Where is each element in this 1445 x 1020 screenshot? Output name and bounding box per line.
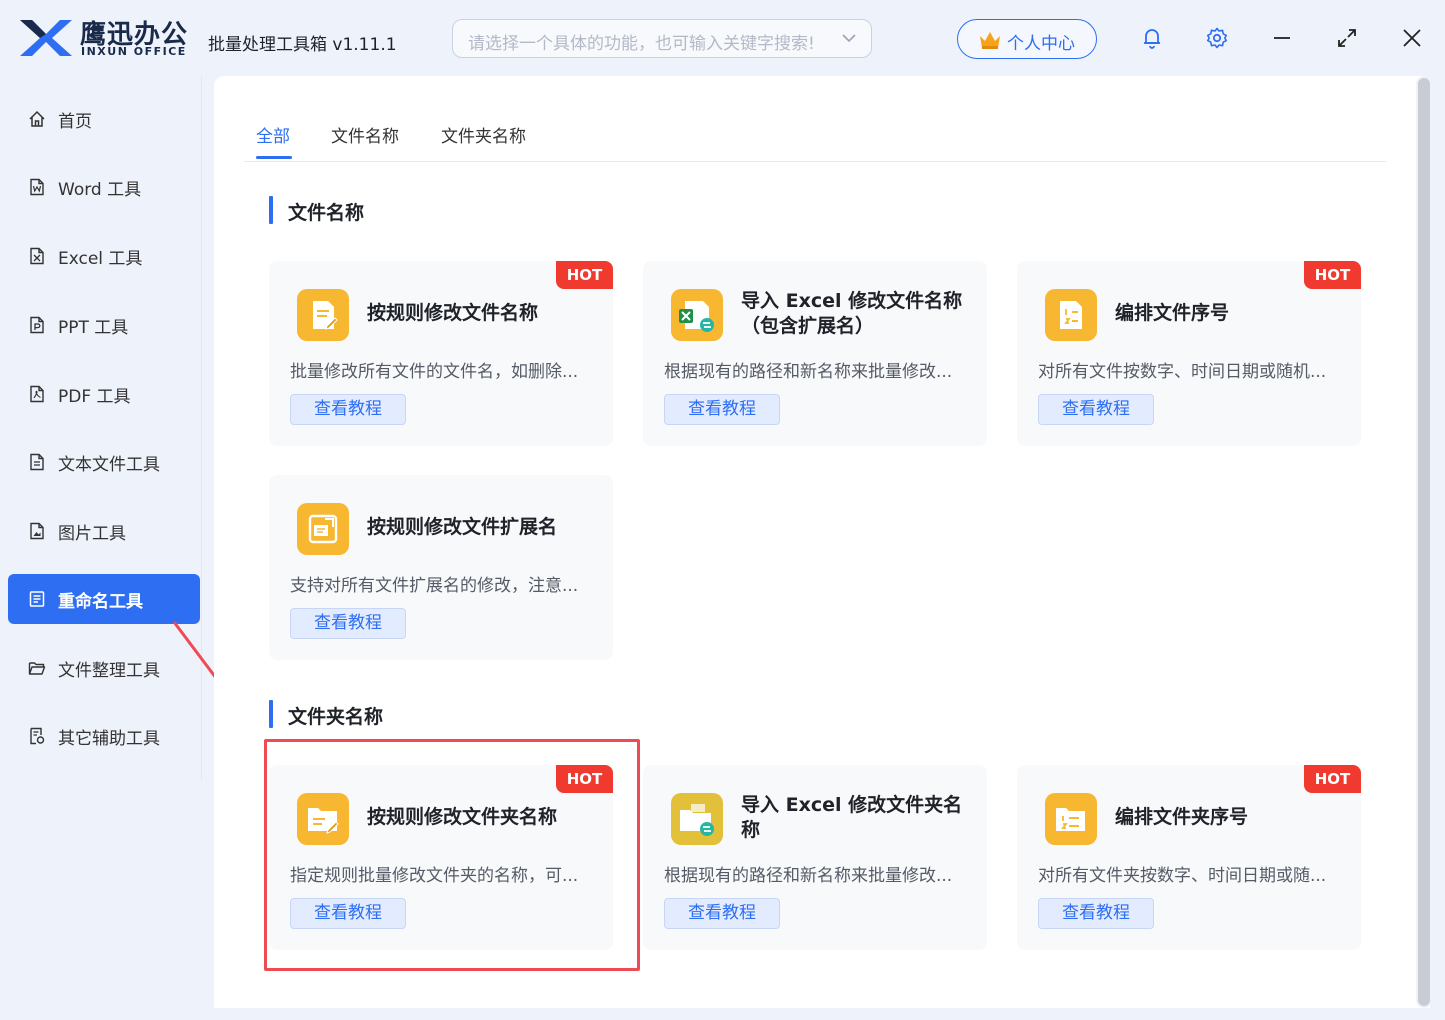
pdf-file-icon xyxy=(30,385,44,403)
section-title-folder-name: 文件夹名称 xyxy=(288,706,384,728)
sidebar-item-label: Excel 工具 xyxy=(58,249,143,269)
user-center-button[interactable]: 个人中心 xyxy=(957,19,1097,59)
excel-file-icon xyxy=(30,247,44,265)
view-tutorial-button[interactable]: 查看教程 xyxy=(1038,898,1154,929)
file-edit-icon xyxy=(297,289,349,341)
section-marker xyxy=(269,196,273,224)
sidebar-item-label: 首页 xyxy=(58,112,92,132)
numbered-list-icon xyxy=(1045,289,1097,341)
sidebar-item-rename[interactable]: 重命名工具 xyxy=(8,574,200,624)
tool-card-import-excel-rename-files[interactable]: 导入 Excel 修改文件名称（包含扩展名） 根据现有的路径和新名称来批量修改.… xyxy=(643,261,987,446)
sidebar-item-label: 其它辅助工具 xyxy=(58,729,160,749)
hot-badge: HOT xyxy=(1304,765,1361,793)
card-description: 根据现有的路径和新名称来批量修改... xyxy=(664,362,953,382)
close-icon[interactable] xyxy=(1400,26,1424,50)
image-file-icon xyxy=(30,522,44,540)
folder-icon xyxy=(28,662,46,675)
search-placeholder: 请选择一个具体的功能，也可输入关键字搜索! xyxy=(468,34,815,54)
brand-name-en: INXUN OFFICE xyxy=(81,45,187,58)
section-marker xyxy=(269,700,273,728)
sidebar-item-excel[interactable]: Excel 工具 xyxy=(8,231,200,281)
sidebar-item-label: 图片工具 xyxy=(58,524,126,544)
bell-icon[interactable] xyxy=(1140,26,1164,50)
sidebar-item-label: PPT 工具 xyxy=(58,318,129,338)
sidebar-item-label: PDF 工具 xyxy=(58,387,131,407)
view-tutorial-button[interactable]: 查看教程 xyxy=(664,898,780,929)
sidebar-item-label: 文本文件工具 xyxy=(58,455,160,475)
card-description: 批量修改所有文件的文件名，如删除... xyxy=(290,362,579,382)
sidebar-item-image[interactable]: 图片工具 xyxy=(8,506,200,556)
sidebar-item-word[interactable]: Word 工具 xyxy=(8,162,200,212)
app-title: 批量处理工具箱 v1.11.1 xyxy=(208,35,397,55)
tabs-divider xyxy=(244,161,1386,162)
hot-badge: HOT xyxy=(556,261,613,289)
sidebar-item-ppt[interactable]: PPT 工具 xyxy=(8,300,200,350)
folder-numbered-icon xyxy=(1045,793,1097,845)
sidebar-item-home[interactable]: 首页 xyxy=(8,94,200,144)
tab-file-name[interactable]: 文件名称 xyxy=(331,122,399,147)
text-file-icon xyxy=(30,453,44,471)
file-extension-icon xyxy=(297,503,349,555)
sidebar-item-label: 文件整理工具 xyxy=(58,661,160,681)
title-bar: 鹰迅办公 INXUN OFFICE 批量处理工具箱 v1.11.1 请选择一个具… xyxy=(0,0,1445,76)
view-tutorial-button[interactable]: 查看教程 xyxy=(1038,394,1154,425)
tool-card-number-folders[interactable]: 编排文件夹序号 对所有文件夹按数字、时间日期或随... 查看教程 HOT xyxy=(1017,765,1361,950)
chevron-down-icon[interactable] xyxy=(841,30,857,46)
sidebar-item-pdf[interactable]: PDF 工具 xyxy=(8,369,200,419)
card-title: 按规则修改文件名称 xyxy=(367,302,539,324)
excel-import-icon xyxy=(671,289,723,341)
active-tab-indicator xyxy=(256,156,292,159)
tab-all[interactable]: 全部 xyxy=(256,122,290,147)
card-description: 对所有文件按数字、时间日期或随机... xyxy=(1038,362,1327,382)
folder-import-icon xyxy=(671,793,723,845)
tool-card-import-excel-rename-folders[interactable]: 导入 Excel 修改文件夹名称 根据现有的路径和新名称来批量修改... 查看教… xyxy=(643,765,987,950)
scrollbar-thumb[interactable] xyxy=(1418,78,1430,1006)
highlight-box xyxy=(264,739,640,971)
user-center-label: 个人中心 xyxy=(1007,34,1075,54)
tool-card-rename-files-by-rule[interactable]: 按规则修改文件名称 批量修改所有文件的文件名，如删除... 查看教程 HOT xyxy=(269,261,613,446)
tab-folder-name[interactable]: 文件夹名称 xyxy=(441,122,526,147)
rename-icon xyxy=(29,591,45,607)
crown-icon xyxy=(980,32,1000,49)
card-title: 导入 Excel 修改文件名称（包含扩展名） xyxy=(741,290,963,337)
card-title: 编排文件序号 xyxy=(1115,302,1230,324)
card-title: 按规则修改文件扩展名 xyxy=(367,516,558,538)
sidebar-item-text[interactable]: 文本文件工具 xyxy=(8,437,200,487)
ppt-file-icon xyxy=(30,316,44,334)
sidebar-item-label: Word 工具 xyxy=(58,180,142,200)
section-title-file-name: 文件名称 xyxy=(288,202,365,224)
search-input[interactable]: 请选择一个具体的功能，也可输入关键字搜索! xyxy=(452,19,872,58)
card-description: 支持对所有文件扩展名的修改，注意... xyxy=(290,576,579,596)
tools-icon xyxy=(30,727,45,745)
inxun-logo-icon xyxy=(20,20,72,56)
card-description: 根据现有的路径和新名称来批量修改... xyxy=(664,866,953,886)
sidebar-item-label: 重命名工具 xyxy=(58,592,143,612)
card-title: 编排文件夹序号 xyxy=(1115,806,1249,828)
tool-card-change-extension[interactable]: 按规则修改文件扩展名 支持对所有文件扩展名的修改，注意... 查看教程 xyxy=(269,475,613,660)
minimize-icon[interactable] xyxy=(1270,26,1294,50)
card-title: 导入 Excel 修改文件夹名称 xyxy=(741,794,963,841)
tool-card-number-files[interactable]: 编排文件序号 对所有文件按数字、时间日期或随机... 查看教程 HOT xyxy=(1017,261,1361,446)
card-description: 对所有文件夹按数字、时间日期或随... xyxy=(1038,866,1327,886)
word-file-icon xyxy=(30,178,44,196)
view-tutorial-button[interactable]: 查看教程 xyxy=(664,394,780,425)
hot-badge: HOT xyxy=(1304,261,1361,289)
home-icon xyxy=(29,110,45,127)
view-tutorial-button[interactable]: 查看教程 xyxy=(290,394,406,425)
gear-icon[interactable] xyxy=(1205,26,1229,50)
view-tutorial-button[interactable]: 查看教程 xyxy=(290,608,406,639)
maximize-icon[interactable] xyxy=(1335,26,1359,50)
